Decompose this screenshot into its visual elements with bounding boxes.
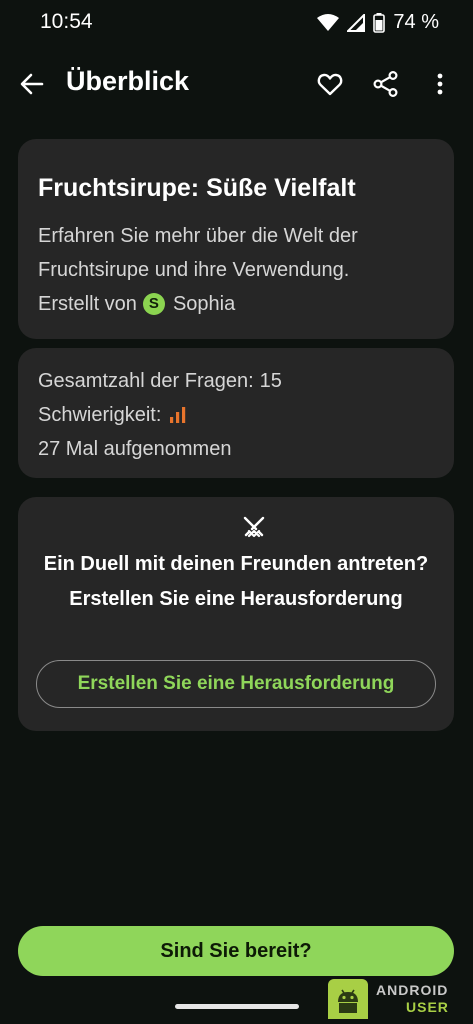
- watermark-line-1: ANDROID: [376, 982, 449, 998]
- author-prefix: Erstellt von: [38, 293, 137, 315]
- battery-icon: [373, 12, 386, 33]
- share-button[interactable]: [372, 70, 400, 98]
- wifi-icon: [317, 13, 340, 31]
- home-indicator[interactable]: [175, 1004, 299, 1009]
- challenge-card: Ein Duell mit deinen Freunden antreten? …: [18, 497, 454, 731]
- share-icon: [373, 70, 398, 98]
- questions-count: 15: [259, 370, 282, 392]
- watermark-text: ANDROID USER: [376, 982, 449, 1016]
- questions-count-row: Gesamtzahl der Fragen: 15: [38, 364, 434, 398]
- author-row: Erstellt von S Sophia: [38, 287, 434, 321]
- more-options-button[interactable]: [428, 70, 452, 98]
- android-logo-icon: [328, 979, 368, 1019]
- page-title: Überblick: [66, 66, 190, 96]
- times-taken: 27 Mal aufgenommen: [38, 438, 232, 460]
- status-icons: 74 %: [317, 11, 439, 34]
- back-button[interactable]: [18, 70, 46, 98]
- questions-label: Gesamtzahl der Fragen:: [38, 370, 254, 392]
- app-bar: Überblick: [0, 56, 473, 112]
- difficulty-label: Schwierigkeit:: [38, 404, 162, 426]
- author-name[interactable]: Sophia: [173, 287, 235, 321]
- battery-percent: 74 %: [393, 11, 439, 33]
- difficulty-row: Schwierigkeit:: [38, 398, 434, 432]
- watermark-line-2: USER: [406, 999, 449, 1015]
- quiz-info-card: Fruchtsirupe: Süße Vielfalt Erfahren Sie…: [18, 139, 454, 339]
- more-vertical-icon: [437, 73, 443, 95]
- difficulty-bars-icon: [170, 407, 186, 423]
- start-quiz-button[interactable]: Sind Sie bereit?: [18, 926, 454, 976]
- status-bar: 10:54 74 %: [0, 0, 473, 48]
- crossed-swords-icon: [243, 516, 265, 538]
- quiz-stats-card: Gesamtzahl der Fragen: 15 Schwierigkeit:…: [18, 348, 454, 478]
- android-user-watermark: ANDROID USER: [328, 976, 468, 1022]
- quiz-overview-screen: 10:54 74 % Überblick Fruchtsirupe: Süße …: [0, 0, 473, 1024]
- status-time: 10:54: [40, 10, 93, 33]
- favorite-button[interactable]: [316, 70, 344, 98]
- challenge-prompt: Ein Duell mit deinen Freunden antreten? …: [43, 553, 429, 610]
- arrow-left-icon: [20, 73, 44, 95]
- avatar: S: [142, 293, 165, 315]
- heart-outline-icon: [317, 73, 343, 96]
- create-challenge-button[interactable]: Erstellen Sie eine Herausforderung: [36, 660, 436, 708]
- quiz-title: Fruchtsirupe: Süße Vielfalt: [38, 174, 356, 202]
- cellular-signal-icon: [347, 13, 366, 32]
- quiz-description: Erfahren Sie mehr über die Welt der Fruc…: [38, 225, 358, 281]
